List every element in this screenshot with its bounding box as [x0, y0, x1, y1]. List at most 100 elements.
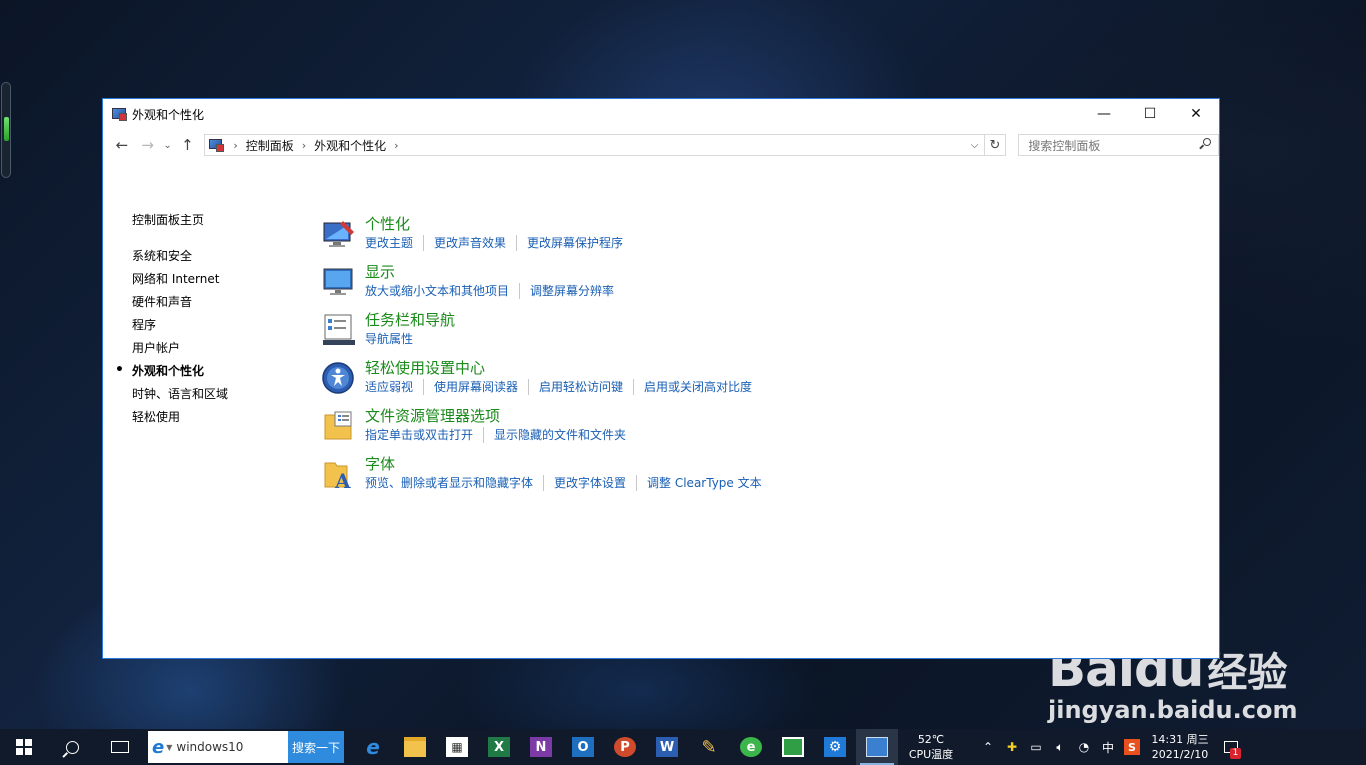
address-bar[interactable]: › 控制面板 › 外观和个性化 › ⌵	[204, 134, 985, 156]
show-hidden-files-link[interactable]: 显示隐藏的文件和文件夹	[483, 427, 626, 443]
nav-item-user-accounts[interactable]: 用户帐户	[132, 339, 228, 362]
nav-item-ease-of-access[interactable]: 轻松使用	[132, 408, 228, 431]
ie-search-button[interactable]: 搜索一下	[288, 731, 344, 763]
taskbar-app-green[interactable]	[772, 729, 814, 765]
taskbar-excel[interactable]: X	[478, 729, 520, 765]
tray-network-status[interactable]: ▭	[1024, 729, 1048, 765]
taskbar-powerpoint[interactable]: P	[604, 729, 646, 765]
nav-item-appearance[interactable]: 外观和个性化	[115, 362, 228, 385]
screen-resolution-link[interactable]: 调整屏幕分辨率	[519, 283, 614, 299]
minimize-icon: —	[1097, 106, 1111, 122]
back-arrow-icon: ←	[115, 136, 129, 154]
title-bar[interactable]: 外观和个性化 — ☐ ✕	[103, 99, 1219, 129]
back-button[interactable]: ←	[109, 133, 135, 157]
show-hidden-icons-button[interactable]: ⌃	[976, 729, 1000, 765]
close-icon: ✕	[1190, 106, 1202, 122]
tray-app-button[interactable]: ✚	[1000, 729, 1024, 765]
nav-item-clock-language[interactable]: 时钟、语言和区域	[132, 385, 228, 408]
ie-search-input[interactable]: windows10	[176, 740, 243, 754]
sogou-icon: S	[1124, 739, 1140, 755]
chevron-down-icon[interactable]: ▼	[166, 743, 172, 752]
nav-item-hardware-sound[interactable]: 硬件和声音	[132, 293, 228, 316]
forward-button[interactable]: →	[135, 133, 161, 157]
taskbar-onenote[interactable]: N	[520, 729, 562, 765]
category-taskbar: 任务栏和导航 导航属性	[321, 311, 762, 359]
cleartype-link[interactable]: 调整 ClearType 文本	[636, 475, 762, 491]
recent-locations-button[interactable]: ⌄	[161, 133, 175, 157]
change-screensaver-link[interactable]: 更改屏幕保护程序	[516, 235, 623, 251]
taskbar-outlook[interactable]: O	[562, 729, 604, 765]
address-dropdown-icon[interactable]: ⌵	[966, 135, 984, 155]
minimize-button[interactable]: —	[1081, 99, 1127, 129]
taskbar-word[interactable]: W	[646, 729, 688, 765]
start-button[interactable]	[0, 729, 48, 765]
search-button[interactable]	[48, 729, 96, 765]
control-panel-home-link[interactable]: 控制面板主页	[132, 211, 228, 228]
store-icon: ▦	[446, 737, 468, 757]
wifi-icon: ◔	[1078, 740, 1090, 754]
change-theme-link[interactable]: 更改主题	[365, 235, 413, 251]
task-view-icon	[111, 741, 129, 753]
breadcrumb-control-panel[interactable]: 控制面板	[246, 137, 294, 154]
high-contrast-link[interactable]: 启用或关闭高对比度	[633, 379, 752, 395]
accessibility-keys-link[interactable]: 启用轻松访问键	[528, 379, 623, 395]
taskbar-settings[interactable]: ⚙	[814, 729, 856, 765]
low-vision-link[interactable]: 适应弱视	[365, 379, 413, 395]
volume-icon: 🔈︎	[1056, 739, 1064, 754]
taskbar-store[interactable]: ▦	[436, 729, 478, 765]
category-ease-of-access: 轻松使用设置中心 适应弱视 使用屏幕阅读器 启用轻松访问键 启用或关闭高对比度	[321, 359, 762, 407]
palette-icon: ✎	[701, 736, 717, 758]
action-center-button[interactable]: 1	[1216, 729, 1246, 765]
taskbar-control-panel[interactable]	[856, 729, 898, 765]
preview-fonts-link[interactable]: 预览、删除或者显示和隐藏字体	[365, 475, 533, 491]
text-size-link[interactable]: 放大或缩小文本和其他项目	[365, 283, 509, 299]
screen-reader-link[interactable]: 使用屏幕阅读器	[423, 379, 518, 395]
nav-item-programs[interactable]: 程序	[132, 316, 228, 339]
category-title[interactable]: 字体	[365, 455, 762, 473]
breadcrumb-separator-icon[interactable]: ›	[302, 139, 306, 152]
excel-icon: X	[488, 737, 510, 757]
refresh-button[interactable]: ↻	[984, 134, 1007, 156]
search-input[interactable]: 搜索控制面板	[1018, 134, 1219, 156]
breadcrumb-separator-icon[interactable]: ›	[233, 139, 237, 152]
taskbar-paint[interactable]: ✎	[688, 729, 730, 765]
taskbar-file-explorer[interactable]	[394, 729, 436, 765]
image-app-icon	[782, 737, 804, 757]
taskbar-browser[interactable]: e	[730, 729, 772, 765]
cpu-temperature[interactable]: 52℃ CPU温度	[898, 729, 964, 765]
ime-indicator[interactable]: 中	[1096, 729, 1120, 765]
sogou-ime-button[interactable]: S	[1120, 729, 1144, 765]
font-settings-link[interactable]: 更改字体设置	[543, 475, 626, 491]
category-display: 显示 放大或缩小文本和其他项目 调整屏幕分辨率	[321, 263, 762, 311]
close-button[interactable]: ✕	[1173, 99, 1219, 129]
taskbar-edge[interactable]: e	[352, 729, 394, 765]
chevron-down-icon: ⌄	[163, 139, 172, 151]
clock[interactable]: 14:31 周三 2021/2/10	[1144, 732, 1216, 762]
category-title[interactable]: 轻松使用设置中心	[365, 359, 762, 377]
nav-item-system-security[interactable]: 系统和安全	[132, 247, 228, 270]
category-title[interactable]: 显示	[365, 263, 762, 281]
word-icon: W	[656, 737, 678, 757]
svg-text:A: A	[334, 469, 351, 491]
clock-time: 14:31 周三	[1151, 733, 1209, 746]
category-title[interactable]: 个性化	[365, 215, 762, 233]
nav-item-network[interactable]: 网络和 Internet	[132, 270, 228, 293]
task-view-button[interactable]	[96, 729, 144, 765]
ie-search-box[interactable]: e ▼ windows10	[148, 731, 288, 763]
up-button[interactable]: ↑	[175, 133, 201, 157]
breadcrumb-separator-icon[interactable]: ›	[394, 139, 398, 152]
wifi-button[interactable]: ◔	[1072, 729, 1096, 765]
breadcrumb-appearance[interactable]: 外观和个性化	[314, 137, 386, 154]
change-sound-effects-link[interactable]: 更改声音效果	[423, 235, 506, 251]
maximize-button[interactable]: ☐	[1127, 99, 1173, 129]
category-title[interactable]: 文件资源管理器选项	[365, 407, 762, 425]
single-double-click-link[interactable]: 指定单击或双击打开	[365, 427, 473, 443]
category-personalization: 个性化 更改主题 更改声音效果 更改屏幕保护程序	[321, 215, 762, 263]
control-panel-window: 外观和个性化 — ☐ ✕ ← → ⌄ ↑ › 控制面板 › 外观和个性化 › ⌵…	[102, 98, 1220, 659]
navigation-properties-link[interactable]: 导航属性	[365, 331, 413, 347]
category-title[interactable]: 任务栏和导航	[365, 311, 762, 329]
volume-button[interactable]: 🔈︎	[1048, 729, 1072, 765]
browser-icon: e	[740, 737, 762, 757]
search-placeholder: 搜索控制面板	[1028, 138, 1101, 153]
address-row: ← → ⌄ ↑ › 控制面板 › 外观和个性化 › ⌵ ↻ 搜索控制面板	[103, 129, 1219, 161]
